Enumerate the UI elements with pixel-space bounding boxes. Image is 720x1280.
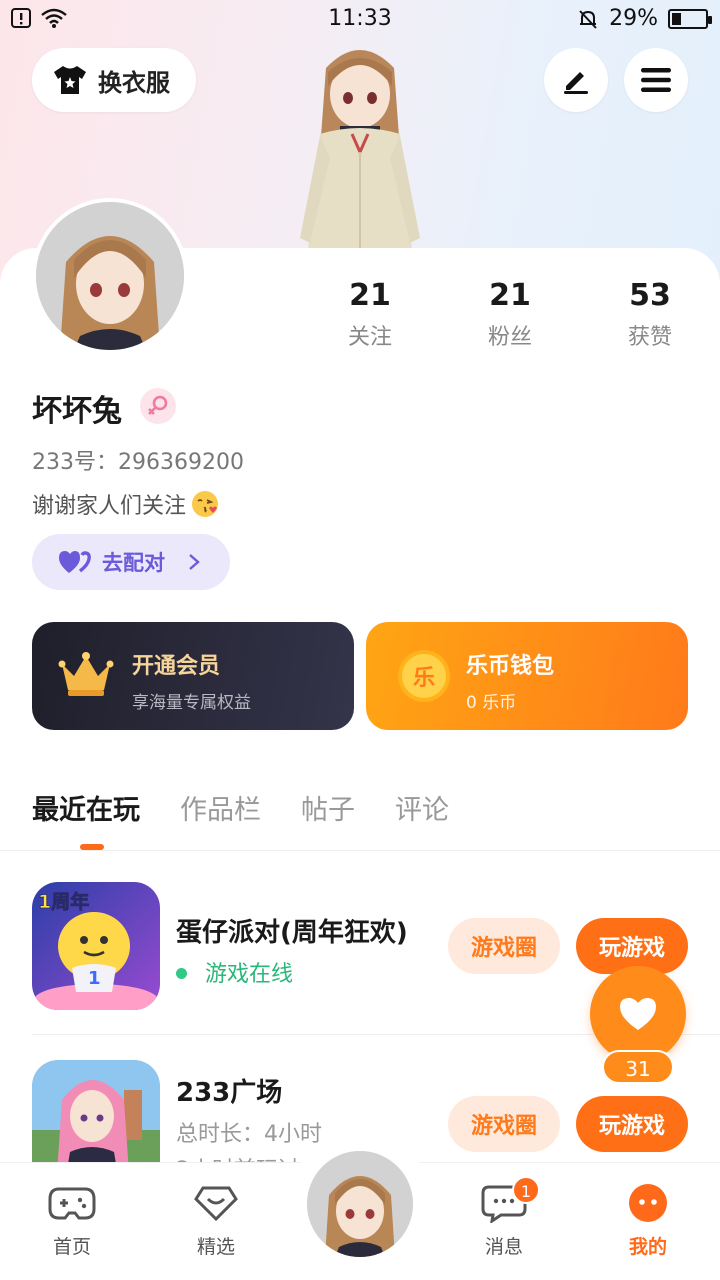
battery-percent: 29% [609,6,658,31]
battery-icon [668,8,712,29]
game-name: 233广场 [176,1078,283,1108]
stat-label: 粉丝 [487,325,532,350]
avatar-character-figure [300,50,420,250]
game-circle-button[interactable]: 游戏圈 [448,1096,560,1152]
profile-stats: 21 关注 21 粉丝 53 获赞 [300,278,720,351]
play-duration: 总时长：4小时 [176,1122,322,1147]
svg-text:1: 1 [88,968,101,989]
vip-title: 开通会员 [132,654,221,679]
kiss-emoji-icon [192,491,219,517]
avatar-portrait [307,1151,413,1257]
coin-icon: 乐 [398,650,450,702]
wallet-balance: 0 乐币 [466,693,517,713]
game-online-status: 游戏在线 [176,956,293,988]
game-icon[interactable]: 1 1周年 [32,882,160,1010]
nav-label: 精选 [196,1236,235,1258]
nav-home[interactable]: 首页 [22,1183,122,1259]
menu-button[interactable] [624,48,688,112]
coin-wallet-card[interactable]: 乐 乐币钱包 0 乐币 [366,622,688,730]
stat-label: 获赞 [627,325,672,350]
like-count-badge: 31 [602,1050,674,1084]
game-icon-caption: 1周年 [38,890,89,913]
gender-female-icon [140,388,176,424]
online-status-text: 游戏在线 [205,962,294,987]
user-bio: 谢谢家人们关注 [32,488,220,520]
heart-diamond-icon [194,1186,238,1222]
tshirt-icon [54,66,86,94]
go-match-button[interactable]: 去配对 [32,534,230,590]
vip-subtitle: 享海量专属权益 [132,693,251,713]
profile-avatar[interactable] [32,198,188,354]
bio-text: 谢谢家人们关注 [32,494,187,519]
vip-membership-card[interactable]: 开通会员 享海量专属权益 [32,622,354,730]
coin-glyph: 乐 [412,666,435,691]
nav-featured[interactable]: 精选 [166,1183,266,1259]
stat-label: 关注 [347,325,392,350]
stat-value: 21 [349,278,391,313]
profile-face-icon [629,1184,667,1222]
tab-posts[interactable]: 帖子 [301,788,355,827]
nav-me[interactable]: 我的 [598,1183,698,1259]
username: 坏坏兔 [32,394,122,429]
go-match-label: 去配对 [102,551,165,575]
divider [0,850,720,851]
crown-icon [58,652,114,696]
profile-tabs: 最近在玩 作品栏 帖子 评论 [32,788,449,827]
avatar-portrait [36,202,184,350]
change-outfit-button[interactable]: 换衣服 [32,48,196,112]
stat-likes[interactable]: 53 获赞 [580,278,720,351]
tab-recent-play[interactable]: 最近在玩 [32,788,140,827]
heart-icon [620,998,656,1030]
online-dot-icon [176,967,187,979]
wallet-title: 乐币钱包 [466,654,555,679]
stat-value: 21 [489,278,531,313]
pen-icon [564,72,588,94]
game-name: 蛋仔派对(周年狂欢) [176,918,408,948]
stat-followers[interactable]: 21 粉丝 [440,278,580,351]
gamepad-icon [48,1187,96,1220]
mute-bell-icon [579,9,597,29]
nav-label: 我的 [628,1236,667,1258]
nav-label: 消息 [484,1236,523,1258]
stat-value: 53 [629,278,671,313]
tab-comments[interactable]: 评论 [395,788,449,827]
change-outfit-label: 换衣服 [98,68,170,97]
nav-label: 首页 [52,1236,91,1258]
hamburger-menu-icon [641,68,671,92]
play-game-button[interactable]: 玩游戏 [576,1096,688,1152]
stat-following[interactable]: 21 关注 [300,278,440,351]
floating-like-button[interactable] [590,966,686,1062]
chevron-right-icon [189,554,200,570]
game-circle-button[interactable]: 游戏圈 [448,918,560,974]
game-row[interactable]: 1 1周年 蛋仔派对(周年狂欢) 游戏在线 游戏圈 玩游戏 [32,882,688,1012]
edit-profile-button[interactable] [544,48,608,112]
center-avatar-button[interactable] [304,1148,416,1260]
status-bar: 11:33 29% [0,0,720,40]
tab-works[interactable]: 作品栏 [180,788,261,827]
double-heart-icon [59,551,91,573]
message-badge: 1 [512,1176,540,1204]
user-id: 233号：296369200 [32,450,244,475]
